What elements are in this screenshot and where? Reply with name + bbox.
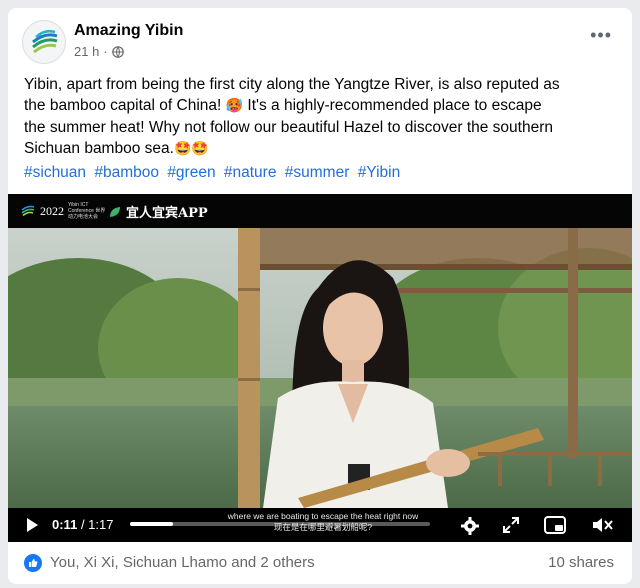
post-text: Yibin, apart from being the first city a… xyxy=(24,74,620,160)
post-header: Amazing Yibin 21 h · ••• xyxy=(8,8,632,74)
post-text-fragment: It's a highly-recommended place to escap… xyxy=(247,97,542,114)
meta-separator: · xyxy=(103,44,108,59)
page-name[interactable]: Amazing Yibin xyxy=(74,22,183,40)
post-footer: You, Xi Xi, Sichuan Lhamo and 2 others 1… xyxy=(8,542,632,584)
hashtag-link[interactable]: #sichuan xyxy=(24,164,86,181)
subtitle-english: where we are boating to escape the heat … xyxy=(227,511,419,521)
logo-year: 2022 xyxy=(40,203,64,218)
progress-fill xyxy=(130,522,173,526)
video-subtitle: where we are boating to escape the heat … xyxy=(208,511,438,533)
hashtag-link[interactable]: #bamboo xyxy=(94,164,159,181)
more-options-icon[interactable]: ••• xyxy=(590,26,612,44)
hashtag-link[interactable]: #nature xyxy=(224,164,277,181)
post-text-line: the bamboo capital of China! 🥵 It's a hi… xyxy=(24,95,620,117)
mute-icon[interactable] xyxy=(592,516,614,539)
post-time[interactable]: 21 h xyxy=(74,44,99,59)
hot-face-emoji-icon: 🥵 xyxy=(225,98,244,114)
globe-icon xyxy=(111,45,124,58)
duration: / 1:17 xyxy=(80,517,114,532)
hashtag-link[interactable]: #summer xyxy=(285,164,350,181)
like-icon xyxy=(24,554,42,572)
video-time: 0:11 / 1:17 xyxy=(52,517,113,532)
post-text-line: Sichuan bamboo sea.🤩🤩 xyxy=(24,138,620,160)
star-struck-emoji-icon: 🤩 xyxy=(173,141,192,157)
video-watermark-bar: 2022 Yibin ICT Conference 世界动力电池大会 宜人宜宾A… xyxy=(8,194,632,228)
post-text-fragment: the bamboo capital of China! xyxy=(24,97,222,114)
reactions-summary[interactable]: You, Xi Xi, Sichuan Lhamo and 2 others xyxy=(50,554,315,571)
app-watermark: 宜人宜宾APP xyxy=(108,202,208,221)
hashtag-list: #sichuan #bamboo #green #nature #summer … xyxy=(24,164,404,182)
hashtag-link[interactable]: #green xyxy=(167,164,215,181)
post-text-fragment: Sichuan bamboo sea. xyxy=(24,140,174,157)
video-controls: 0:11 / 1:17 where we are boating to esca… xyxy=(8,508,632,542)
post-meta: 21 h · xyxy=(74,44,124,59)
fullscreen-icon[interactable] xyxy=(502,516,520,539)
app-name: 宜人宜宾APP xyxy=(126,206,208,221)
leaf-logo-icon xyxy=(110,206,120,217)
settings-icon[interactable] xyxy=(460,516,480,541)
page-avatar[interactable] xyxy=(22,20,66,64)
picture-in-picture-icon[interactable] xyxy=(544,516,566,539)
post-text-line: Yibin, apart from being the first city a… xyxy=(24,76,560,93)
conference-logo: 2022 Yibin ICT Conference 世界动力电池大会 xyxy=(20,202,110,220)
post-card: Amazing Yibin 21 h · ••• Yibin, apart fr… xyxy=(8,8,632,584)
video-frame-image xyxy=(8,228,632,508)
conference-logo-icon xyxy=(21,205,35,217)
star-struck-emoji-icon: 🤩 xyxy=(191,141,209,157)
video-player[interactable]: 2022 Yibin ICT Conference 世界动力电池大会 宜人宜宾A… xyxy=(8,194,632,542)
logo-subtitle: Yibin ICT Conference 世界动力电池大会 xyxy=(68,202,106,220)
subtitle-chinese: 现在是在哪里避暑划船呢? xyxy=(273,522,373,532)
hashtag-link[interactable]: #Yibin xyxy=(358,164,401,181)
play-icon[interactable] xyxy=(24,517,40,538)
current-time: 0:11 xyxy=(52,517,78,532)
shares-count[interactable]: 10 shares xyxy=(548,554,614,571)
post-text-line: the summer heat! Why not follow our beau… xyxy=(24,119,553,136)
